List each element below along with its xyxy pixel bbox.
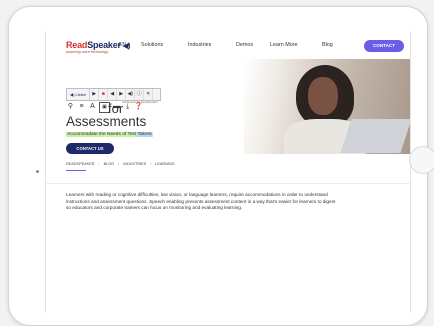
nav-demos[interactable]: Demos	[236, 42, 253, 48]
settings-icon[interactable]: ≡	[77, 102, 86, 111]
hero-subtitle-text: Accommodate the Needs of Test	[67, 132, 138, 137]
breadcrumb-readspeaker[interactable]: READSPEAKER	[66, 162, 95, 166]
hero-subtitle: Accommodate the Needs of Test Takers	[66, 132, 153, 137]
breadcrumb-separator: /	[118, 162, 120, 166]
nav-blog[interactable]: Blog	[322, 42, 333, 48]
volume-icon[interactable]: ◀)	[126, 89, 136, 100]
photo-laptop	[340, 119, 410, 153]
breadcrumb-separator: /	[98, 162, 100, 166]
tablet-home-button[interactable]	[409, 146, 434, 174]
contact-us-button[interactable]: CONTACT US	[66, 143, 114, 154]
site-header: ReadSpeaker ◀) powering voice technology …	[46, 31, 410, 59]
logo-tagline: powering voice technology	[66, 50, 109, 54]
article-body: Learners with reading or cognitive diffi…	[66, 192, 336, 211]
text-mode-icon[interactable]: A	[88, 102, 97, 111]
breadcrumb-underline	[66, 170, 86, 171]
logo-speaker: Speaker	[87, 40, 121, 50]
contact-button[interactable]: CONTACT	[364, 40, 404, 52]
download-icon[interactable]: ⤓	[123, 102, 132, 111]
hero-banner: ◀) Listen ▶ ■ ◀ ▶ ◀) ⓘ ✕ webReader by Re…	[46, 59, 410, 154]
language-selector[interactable]: EN ▾	[119, 42, 130, 48]
zoom-icon[interactable]: ⚲	[66, 102, 75, 111]
tablet-frame: ReadSpeaker ◀) powering voice technology …	[8, 6, 428, 326]
breadcrumb-separator: /	[150, 162, 152, 166]
listen-button[interactable]: ◀) Listen	[67, 89, 91, 100]
breadcrumb-industries[interactable]: INDUSTRIES	[123, 162, 146, 166]
content-divider	[46, 183, 410, 184]
camera-dot	[36, 170, 39, 173]
stop-icon[interactable]: ■	[99, 89, 109, 100]
breadcrumb-learning[interactable]: LEARNING	[155, 162, 174, 166]
nav-solutions[interactable]: Solutions	[141, 42, 163, 48]
hero-subtitle-selected: Takers	[137, 132, 152, 137]
logo-read: Read	[66, 40, 88, 50]
forward-icon[interactable]: ▶	[117, 89, 127, 100]
breadcrumb: READSPEAKER / BLOG / INDUSTRIES / LEARNI…	[66, 162, 175, 166]
breadcrumb-blog[interactable]: BLOG	[104, 162, 115, 166]
info-icon[interactable]: ⓘ	[135, 89, 145, 100]
close-icon[interactable]: ✕	[144, 89, 154, 100]
help-icon[interactable]: ❓	[134, 102, 143, 111]
browser-screen: ReadSpeaker ◀) powering voice technology …	[45, 31, 411, 313]
play-icon[interactable]: ▶	[90, 89, 100, 100]
nav-learn-more[interactable]: Learn More	[270, 42, 298, 48]
hero-title: Assessments	[66, 114, 147, 129]
rewind-icon[interactable]: ◀	[108, 89, 118, 100]
readspeaker-tools: ⚲ ≡ A ▣ ▬ ⤓ ❓	[66, 102, 143, 113]
photo-person-face	[308, 77, 338, 115]
nav-industries[interactable]: Industries	[188, 42, 211, 48]
